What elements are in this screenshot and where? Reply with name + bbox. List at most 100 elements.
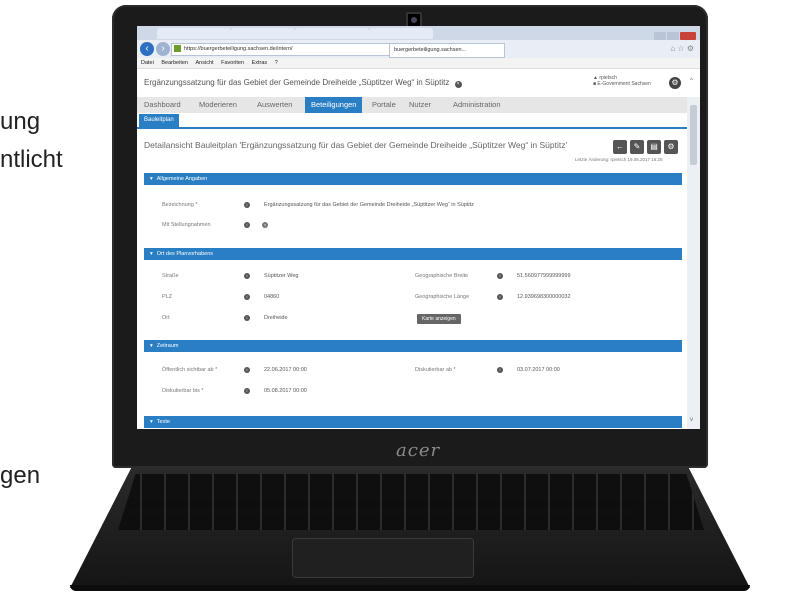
scroll-up-icon[interactable]: ^ xyxy=(690,78,693,84)
url-input[interactable]: https://buergerbeteiligung.sachsen.de/in… xyxy=(171,43,395,56)
field-value-diskutierbar-ab: 03.07.2017 00:00 xyxy=(517,367,560,373)
app-title-text: Ergänzungssatzung für das Gebiet der Gem… xyxy=(144,78,450,87)
browser-tab[interactable] xyxy=(295,28,369,39)
chevron-down-icon: ▾ xyxy=(150,343,153,349)
field-value-breite: 51.560977999999999 xyxy=(517,273,571,279)
field-value-laenge: 12.939698300000032 xyxy=(517,294,571,300)
laptop-brand-logo: acer xyxy=(396,440,441,461)
back-arrow-icon[interactable]: ‹ xyxy=(140,42,154,56)
browser-tab-bar xyxy=(137,26,700,40)
field-label-breite: Geographische Breite xyxy=(415,273,469,279)
nav-beteiligungen[interactable]: Beteiligungen xyxy=(305,97,363,113)
field-label-laenge: Geographische Länge xyxy=(415,294,470,300)
info-icon[interactable]: i xyxy=(244,273,250,279)
browser-tab[interactable] xyxy=(231,28,295,39)
building-icon: ■ xyxy=(593,81,597,87)
menu-item-favoriten[interactable]: Favoriten xyxy=(221,60,244,66)
info-icon[interactable]: i xyxy=(244,388,250,394)
app-header: Ergänzungssatzung für das Gebiet der Gem… xyxy=(137,69,700,97)
menu-item-datei[interactable]: Datei xyxy=(141,60,154,66)
menu-item-extras[interactable]: Extras xyxy=(252,60,268,66)
info-icon[interactable]: i xyxy=(497,273,503,279)
close-circle-icon[interactable]: × xyxy=(454,81,462,88)
nav-moderieren[interactable]: Moderieren xyxy=(199,97,237,113)
chevron-down-icon: ▾ xyxy=(150,419,153,425)
section-title: Allgemeine Angaben xyxy=(156,176,208,182)
show-map-button[interactable]: Karte anzeigen xyxy=(417,314,461,324)
browser-tab[interactable] xyxy=(369,28,433,39)
menu-item-bearbeiten[interactable]: Bearbeiten xyxy=(161,60,188,66)
menu-item-help[interactable]: ? xyxy=(275,60,278,66)
laptop-foot xyxy=(70,585,750,591)
field-label-ort: Ort xyxy=(162,315,170,321)
info-icon[interactable]: i xyxy=(244,294,250,300)
menu-item-ansicht[interactable]: Ansicht xyxy=(196,60,214,66)
favorites-icon[interactable]: ⌂ ☆ ⚙ xyxy=(670,44,694,53)
field-label-plz: PLZ xyxy=(162,294,173,300)
info-icon[interactable]: i xyxy=(497,294,503,300)
edit-pencil-icon[interactable]: ✎ xyxy=(630,140,644,154)
action-buttons: ← ✎ ▤ ⚙ xyxy=(613,136,681,154)
close-window-button[interactable] xyxy=(680,32,696,40)
info-icon[interactable]: i xyxy=(244,315,250,321)
active-browser-tab[interactable]: buergerbeteiligung.sachsen... xyxy=(389,43,505,58)
field-label-stellungnahmen: Mit Stellungnahmen xyxy=(162,222,211,228)
close-circle-icon: × xyxy=(262,222,268,228)
nav-dashboard[interactable]: Dashboard xyxy=(144,97,181,113)
last-change-info: Letzte Änderung: rpietsch 19.06.2017 16:… xyxy=(575,157,663,162)
browser-tab[interactable] xyxy=(157,28,231,39)
chevron-down-icon: ▾ xyxy=(150,251,153,257)
user-org: E-Government Sachsen xyxy=(597,81,651,87)
chevron-down-icon: ▾ xyxy=(150,176,153,182)
scrollbar-thumb[interactable] xyxy=(690,105,697,165)
site-favicon-icon xyxy=(174,45,181,52)
section-header-texte[interactable]: ▾ Texte xyxy=(144,416,682,428)
info-icon[interactable]: i xyxy=(244,222,250,228)
laptop-keyboard xyxy=(118,474,704,530)
minimize-button[interactable] xyxy=(654,32,666,40)
nav-auswerten[interactable]: Auswerten xyxy=(257,97,292,113)
browser-menu-bar: Datei Bearbeiten Ansicht Favoriten Extra… xyxy=(137,58,700,69)
section-title: Texte xyxy=(156,419,170,425)
user-info[interactable]: ▲ rpietsch ■ E-Government Sachsen xyxy=(593,75,651,87)
field-value-sichtbar: 22.06.2017 00:00 xyxy=(264,367,307,373)
delete-trash-icon[interactable]: ▤ xyxy=(647,140,661,154)
section-header-zeitraum[interactable]: ▾ Zeitraum xyxy=(144,340,682,352)
forward-arrow-icon[interactable]: › xyxy=(156,42,170,56)
main-navigation: Dashboard Moderieren Auswerten Beteiligu… xyxy=(137,97,687,113)
sub-navigation: Bauleitplan xyxy=(137,113,687,129)
slide-text-line-3: gen xyxy=(0,462,41,489)
settings-gear-icon[interactable]: ⚙ xyxy=(669,77,681,89)
info-icon[interactable]: i xyxy=(244,202,250,208)
section-header-allgemein[interactable]: ▾ Allgemeine Angaben xyxy=(144,173,682,185)
back-arrow-icon[interactable]: ← xyxy=(613,140,627,154)
field-value-strasse: Süptitzer Weg xyxy=(264,273,299,279)
field-label-strasse: Straße xyxy=(162,273,179,279)
field-label-diskutierbar-ab: Diskutierbar ab * xyxy=(415,367,456,373)
section-title: Zeitraum xyxy=(156,343,179,349)
info-icon[interactable]: i xyxy=(244,367,250,373)
nav-nutzer[interactable]: Nutzer xyxy=(409,97,431,113)
field-value-plz: 04860 xyxy=(264,294,280,300)
maximize-button[interactable] xyxy=(667,32,679,40)
info-icon[interactable]: i xyxy=(497,367,503,373)
field-value-bezeichnung: Ergänzungssatzung für das Gebiet der Gem… xyxy=(264,202,474,208)
laptop-screen: ‹ › https://buergerbeteiligung.sachsen.d… xyxy=(137,26,700,429)
app-title: Ergänzungssatzung für das Gebiet der Gem… xyxy=(144,78,462,88)
field-value-ort: Dreiheide xyxy=(264,315,288,321)
section-header-ort[interactable]: ▾ Ort des Planvorhabens xyxy=(144,248,682,260)
nav-administration[interactable]: Administration xyxy=(453,97,501,113)
page-scrollbar[interactable]: v xyxy=(687,97,700,429)
settings-gear-icon[interactable]: ⚙ xyxy=(664,140,678,154)
slide-text-line-1: ung xyxy=(0,108,41,135)
page-title: Detailansicht Bauleitplan 'Ergänzungssat… xyxy=(144,140,568,150)
field-value-diskutierbar-bis: 05.08.2017 00:00 xyxy=(264,388,307,394)
browser-address-bar: ‹ › https://buergerbeteiligung.sachsen.d… xyxy=(137,40,700,58)
scroll-down-icon[interactable]: v xyxy=(690,417,693,423)
field-label-sichtbar: Öffentlich sichtbar ab * xyxy=(162,367,218,373)
tab-bauleitplan[interactable]: Bauleitplan xyxy=(139,114,179,127)
section-title: Ort des Planvorhabens xyxy=(156,251,214,257)
slide-text-line-2: ntlicht xyxy=(0,146,63,173)
field-label-diskutierbar-bis: Diskutierbar bis * xyxy=(162,388,204,394)
nav-portale[interactable]: Portale xyxy=(372,97,396,113)
